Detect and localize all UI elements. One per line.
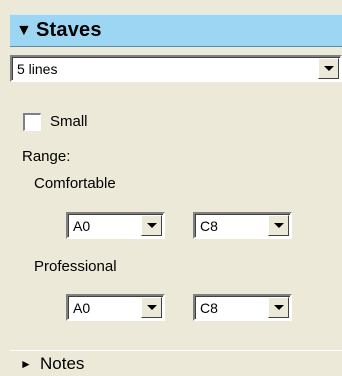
staves-title: Staves (36, 19, 102, 41)
small-staff-label: Small (50, 113, 88, 130)
comfortable-low-dropdown-button[interactable] (141, 215, 162, 236)
comfortable-high-note-select[interactable]: C8 (193, 212, 292, 239)
chevron-down-icon (323, 66, 334, 71)
comfortable-low-note-value: A0 (73, 217, 91, 234)
professional-low-dropdown-button[interactable] (141, 297, 162, 318)
chevron-down-icon (146, 305, 157, 310)
comfortable-low-note-select[interactable]: A0 (66, 212, 165, 239)
chevron-down-icon (273, 223, 284, 228)
notes-title: Notes (40, 353, 85, 373)
professional-low-note-select[interactable]: A0 (66, 294, 165, 321)
comfortable-high-dropdown-button[interactable] (268, 215, 289, 236)
range-label: Range: (22, 148, 71, 165)
staves-section-header[interactable]: ▼ Staves (10, 14, 342, 47)
comfortable-high-note-value: C8 (200, 217, 218, 234)
staff-lines-dropdown-button[interactable] (318, 58, 339, 79)
staff-lines-value: 5 lines (17, 60, 58, 77)
professional-high-dropdown-button[interactable] (268, 297, 289, 318)
notes-section-header[interactable]: ► Notes (10, 350, 342, 376)
chevron-down-icon (273, 305, 284, 310)
chevron-down-icon (146, 223, 157, 228)
small-staff-checkbox[interactable] (23, 113, 41, 131)
professional-range-label: Professional (34, 258, 117, 275)
properties-panel: ▼ Staves 5 lines Small Range: Comfortabl… (10, 0, 342, 376)
professional-high-note-value: C8 (200, 299, 218, 316)
comfortable-range-label: Comfortable (34, 175, 116, 192)
expand-arrow-icon: ► (20, 356, 32, 371)
staff-lines-select[interactable]: 5 lines (10, 55, 342, 82)
professional-low-note-value: A0 (73, 299, 91, 316)
collapse-arrow-icon: ▼ (16, 21, 32, 39)
professional-high-note-select[interactable]: C8 (193, 294, 292, 321)
